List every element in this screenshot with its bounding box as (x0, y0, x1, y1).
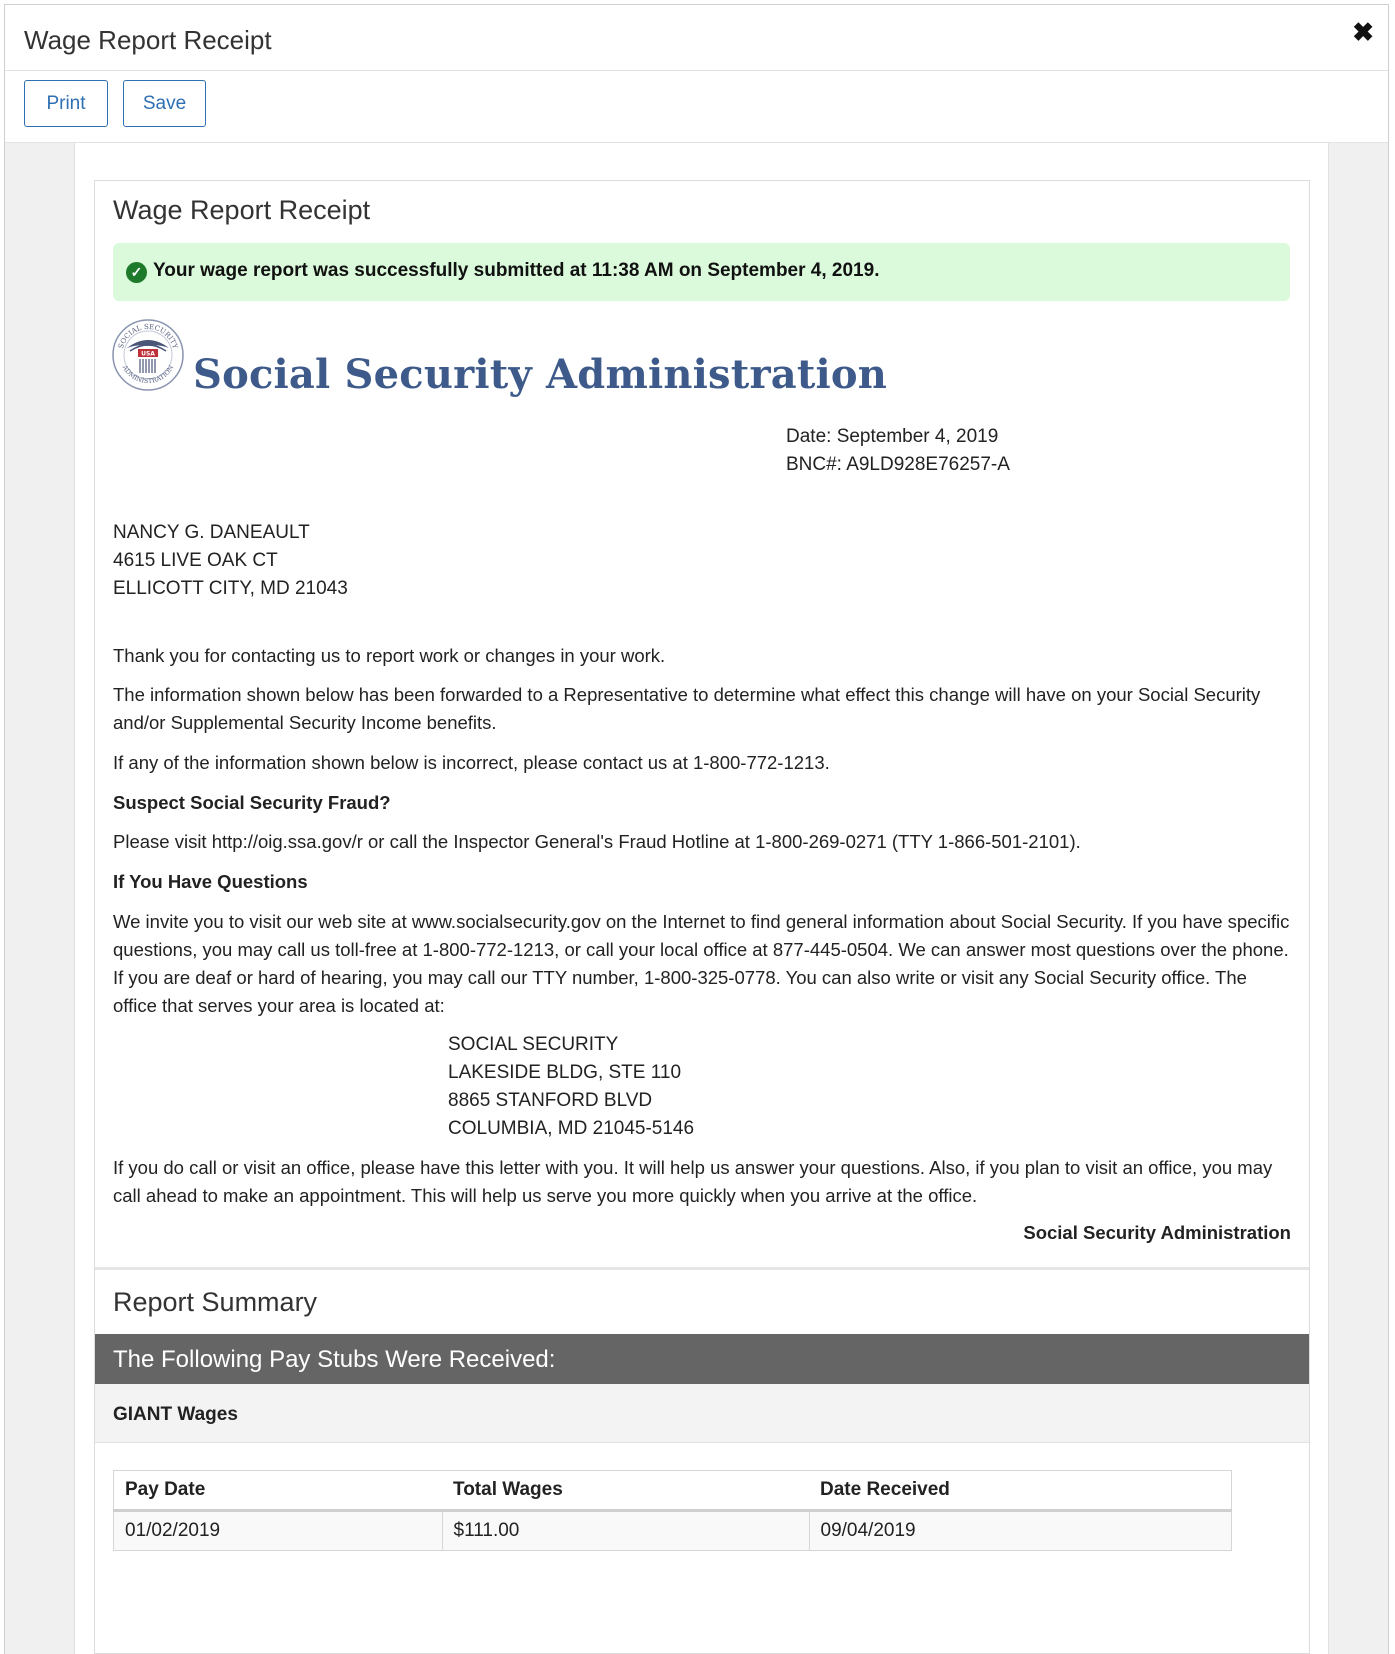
section-divider (95, 1267, 1309, 1270)
svg-text:USA: USA (141, 351, 155, 358)
success-message: Your wage report was successfully submit… (153, 260, 880, 281)
recipient-street: 4615 LIVE OAK CT (113, 550, 278, 571)
office-address: SOCIAL SECURITY LAKESIDE BLDG, STE 110 8… (448, 1031, 694, 1143)
bnc-number: BNC#: A9LD928E76257-A (786, 454, 1010, 475)
date-block: Date: September 4, 2019 BNC#: A9LD928E76… (786, 423, 1010, 479)
table-header-row: Pay Date Total Wages Date Received (113, 1470, 1232, 1512)
pay-stubs-heading: The Following Pay Stubs Were Received: (113, 1346, 556, 1373)
recipient-address: NANCY G. DANEAULT 4615 LIVE OAK CT ELLIC… (113, 519, 348, 603)
col-total-wages: Total Wages (442, 1470, 809, 1512)
pay-stubs-header: The Following Pay Stubs Were Received: (95, 1334, 1309, 1384)
modal-title: Wage Report Receipt (24, 25, 272, 55)
check-circle-icon: ✓ (126, 262, 147, 283)
recipient-name: NANCY G. DANEAULT (113, 522, 310, 543)
thanks-paragraph: Thank you for contacting us to report wo… (113, 645, 666, 666)
visit-paragraph: If you do call or visit an office, pleas… (113, 1157, 1273, 1206)
save-button[interactable]: Save (123, 80, 206, 127)
modal-toolbar: Print Save (5, 71, 1388, 143)
questions-heading: If You Have Questions (113, 871, 308, 892)
document-page: Wage Report Receipt ✓ Your wage report w… (74, 143, 1329, 1654)
employer-header: GIANT Wages (95, 1384, 1309, 1443)
forwarded-paragraph: The information shown below has been for… (113, 684, 1261, 733)
success-alert: ✓ Your wage report was successfully subm… (113, 243, 1290, 301)
cell-pay-date: 01/02/2019 (113, 1510, 443, 1551)
col-date-received: Date Received (809, 1470, 1232, 1512)
cell-date-received: 09/04/2019 (808, 1510, 1232, 1551)
questions-paragraph: We invite you to visit our web site at w… (113, 911, 1290, 1016)
modal-header: Wage Report Receipt ✖ (5, 5, 1388, 71)
agency-name-logo: Social Security Administration (193, 351, 888, 398)
wage-report-modal: Wage Report Receipt ✖ Print Save Wage Re… (4, 4, 1389, 1654)
office-line-4: COLUMBIA, MD 21045-5146 (448, 1118, 695, 1139)
col-pay-date: Pay Date (113, 1470, 442, 1512)
incorrect-paragraph: If any of the information shown below is… (113, 752, 830, 773)
receipt-title: Wage Report Receipt (113, 195, 371, 225)
signature: Social Security Administration (1023, 1222, 1291, 1243)
office-line-1: SOCIAL SECURITY (448, 1034, 619, 1055)
receipt-card: Wage Report Receipt ✓ Your wage report w… (94, 180, 1310, 1654)
pay-stubs-table: Pay Date Total Wages Date Received 01/02… (113, 1470, 1232, 1551)
print-button[interactable]: Print (24, 80, 108, 127)
recipient-city: ELLICOTT CITY, MD 21043 (113, 578, 348, 599)
report-summary-title: Report Summary (113, 1287, 318, 1317)
letter-date: Date: September 4, 2019 (786, 426, 999, 447)
office-line-2: LAKESIDE BLDG, STE 110 (448, 1062, 682, 1083)
employer-name: GIANT Wages (113, 1404, 238, 1425)
fraud-heading: Suspect Social Security Fraud? (113, 792, 391, 813)
office-line-3: 8865 STANFORD BLVD (448, 1090, 653, 1111)
modal-body[interactable]: Wage Report Receipt ✓ Your wage report w… (5, 143, 1388, 1654)
fraud-paragraph: Please visit http://oig.ssa.gov/r or cal… (113, 831, 1081, 852)
close-icon[interactable]: ✖ (1352, 19, 1374, 45)
cell-total-wages: $111.00 (441, 1510, 810, 1551)
ssa-seal-logo: SOCIAL SECURITY ADMINISTRATION USA (112, 319, 184, 391)
table-row: 01/02/2019 $111.00 09/04/2019 (113, 1510, 1232, 1551)
